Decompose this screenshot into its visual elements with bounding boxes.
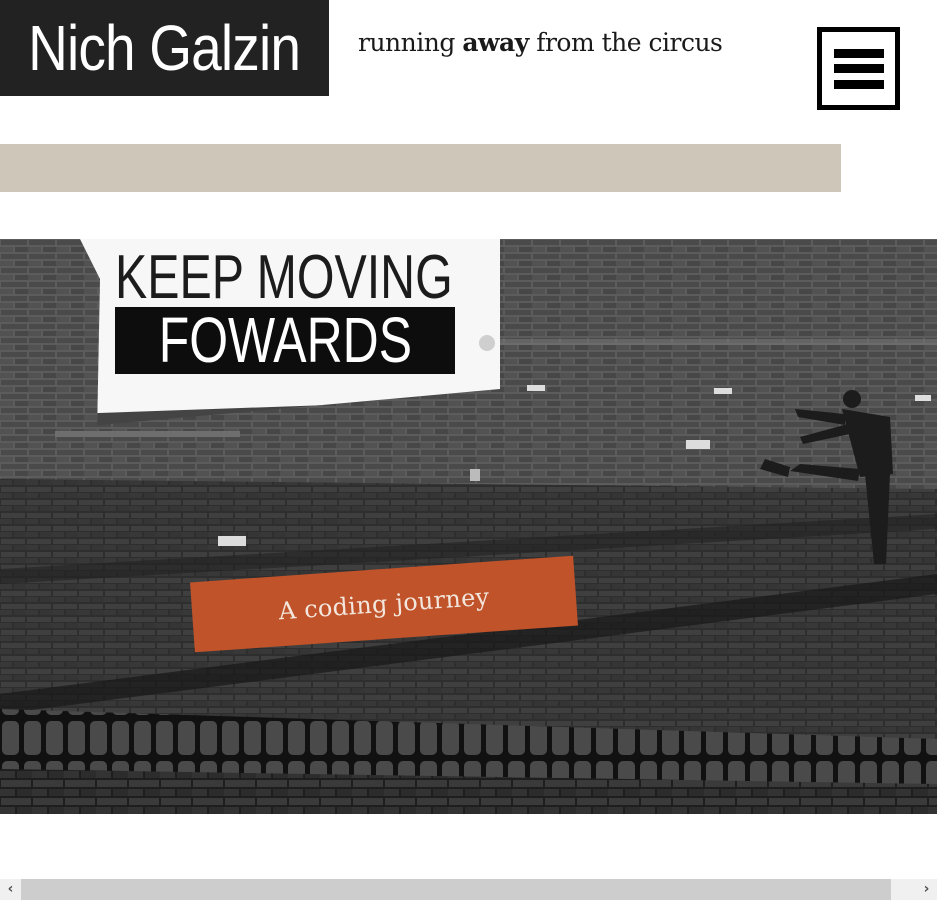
- headline-line-2: FOWARDS: [115, 307, 455, 374]
- hero-headline: KEEP MOVING FOWARDS: [115, 247, 455, 374]
- hero-banner: KEEP MOVING FOWARDS A coding journey: [0, 239, 937, 814]
- headline-line-1: KEEP MOVING: [115, 243, 453, 312]
- chevron-left-icon[interactable]: ‹: [0, 879, 21, 900]
- chevron-right-icon[interactable]: ›: [916, 879, 937, 900]
- menu-button[interactable]: [817, 27, 900, 110]
- nav-band: [0, 144, 841, 192]
- cta-label: A coding journey: [277, 582, 491, 626]
- hamburger-icon: [833, 48, 884, 89]
- scrollbar-thumb[interactable]: [21, 879, 891, 900]
- site-name: Nich Galzin: [28, 12, 302, 84]
- site-tagline: running away from the circus: [358, 28, 723, 57]
- site-logo[interactable]: Nich Galzin: [0, 0, 329, 96]
- horizontal-scrollbar[interactable]: ‹ ›: [0, 879, 937, 900]
- tagline-emphasis: away: [462, 28, 529, 57]
